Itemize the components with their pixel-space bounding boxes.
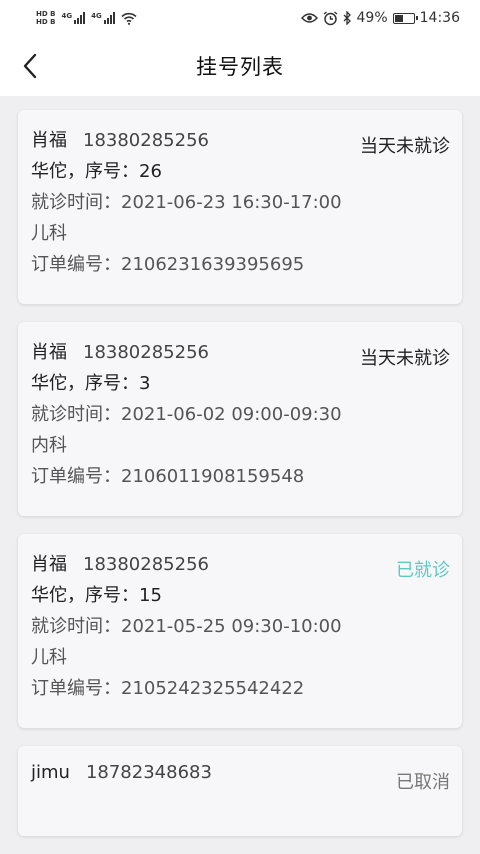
status-badge: 当天未就诊 [360,136,450,157]
bluetooth-icon [343,11,351,25]
patient-name: jimu [31,762,70,783]
chevron-left-icon [23,53,37,79]
appointment-list: 肖福 18380285256 当天未就诊 华佗，序号：26 就诊时间：2021-… [0,96,480,854]
back-button[interactable] [14,50,46,82]
battery-icon [392,12,418,24]
signal-icon-2: 4G [91,12,115,24]
order-number: 订单编号：2105242325542422 [31,678,305,699]
patient-phone: 18380285256 [83,342,209,363]
status-bar: HD B HD B 4G 4G 49% 14:36 [0,0,480,36]
patient-name: 肖福 [31,342,67,363]
appointment-card[interactable]: 肖福 18380285256 当天未就诊 华佗，序号：3 就诊时间：2021-0… [18,322,462,516]
status-badge: 已取消 [396,772,450,793]
battery-fill [394,14,403,22]
status-badge: 当天未就诊 [360,348,450,369]
patient-row: 肖福 18380285256 [31,550,450,580]
status-badge: 已就诊 [396,560,450,581]
visit-time: 就诊时间：2021-06-23 16:30-17:00 [31,192,342,213]
appointment-card[interactable]: jimu 18782348683 已取消 [18,746,462,836]
appointment-card[interactable]: 肖福 18380285256 当天未就诊 华佗，序号：26 就诊时间：2021-… [18,110,462,304]
visit-time: 就诊时间：2021-05-25 09:30-10:00 [31,616,342,637]
order-number: 订单编号：2106231639395695 [31,254,305,275]
appointment-card[interactable]: 肖福 18380285256 已就诊 华佗，序号：15 就诊时间：2021-05… [18,534,462,728]
department: 儿科 [31,223,67,244]
doctor-line: 华佗，序号：3 [31,373,151,394]
patient-name: 肖福 [31,130,67,151]
clock-time: 14:36 [419,10,460,26]
signal-icon: 4G [61,12,86,24]
alarm-icon [323,10,337,25]
doctor-line: 华佗，序号：26 [31,161,162,182]
patient-name: 肖福 [31,554,67,575]
hd-indicator: HD B HD B [36,10,56,26]
patient-phone: 18380285256 [83,554,209,575]
battery-percent: 49% [356,10,388,26]
patient-phone: 18380285256 [83,130,209,151]
patient-phone: 18782348683 [85,762,212,783]
status-bar-left: HD B HD B 4G 4G [36,10,137,26]
visit-time: 就诊时间：2021-06-02 09:00-09:30 [31,404,342,425]
patient-row: jimu 18782348683 [31,762,450,792]
nav-bar: 挂号列表 [0,36,480,96]
status-bar-right: 49% 14:36 [300,10,460,26]
eye-icon [300,13,318,23]
page-title: 挂号列表 [196,55,284,79]
department: 儿科 [31,647,67,668]
order-number: 订单编号：2106011908159548 [31,466,305,487]
wifi-icon [121,12,137,25]
department: 内科 [31,435,67,456]
doctor-line: 华佗，序号：15 [31,585,162,606]
